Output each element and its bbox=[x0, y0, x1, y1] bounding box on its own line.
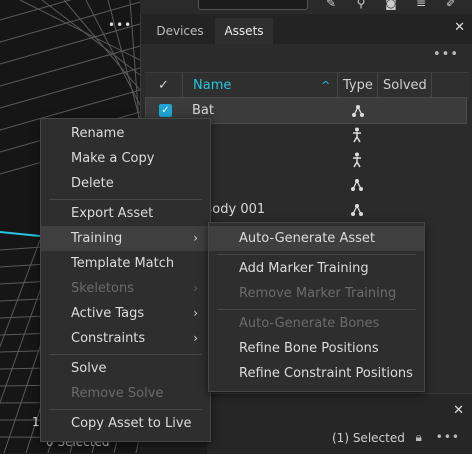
menu-item-rename[interactable]: Rename bbox=[41, 121, 210, 146]
menu-item-label: Auto-Generate Bones bbox=[239, 316, 380, 331]
selection-count: (1) Selected bbox=[332, 431, 405, 445]
menu-item-copy-asset-to-live[interactable]: Copy Asset to Live bbox=[41, 411, 210, 436]
menu-item-label: Refine Constraint Positions bbox=[239, 366, 413, 381]
skeleton-icon[interactable]: ⚲ bbox=[352, 0, 370, 10]
column-type-header[interactable]: Type bbox=[343, 73, 373, 98]
menu-item-refine-bone-positions[interactable]: Refine Bone Positions bbox=[209, 336, 424, 361]
bottom-panel: ✕ (1) Selected 🔒︎ ••• bbox=[207, 393, 472, 454]
menu-item-label: Make a Copy bbox=[71, 151, 155, 166]
skeleton-person-icon bbox=[350, 122, 364, 147]
menu-item-remove-marker-training[interactable]: Remove Marker Training bbox=[209, 281, 424, 306]
menu-item-label: Solve bbox=[71, 361, 107, 376]
edit-icon[interactable]: ✐ bbox=[442, 0, 460, 10]
chevron-right-icon: › bbox=[193, 281, 198, 295]
menu-item-auto-generate-bones[interactable]: Auto-Generate Bones bbox=[209, 311, 424, 336]
toolbar-search-field[interactable] bbox=[198, 0, 308, 10]
menu-item-label: Delete bbox=[71, 176, 114, 191]
sort-ascending-icon[interactable]: ^ bbox=[321, 73, 330, 98]
bottom-more-icon[interactable]: ••• bbox=[436, 430, 460, 444]
menu-item-skeletons[interactable]: Skeletons › bbox=[41, 276, 210, 301]
menu-item-make-copy[interactable]: Make a Copy bbox=[41, 146, 210, 171]
marker-tool-icon[interactable]: ✎ bbox=[322, 0, 340, 10]
rigid-body-icon bbox=[350, 197, 364, 222]
column-divider bbox=[337, 73, 338, 98]
menu-item-label: Remove Solve bbox=[71, 386, 164, 401]
menu-item-auto-generate-asset[interactable]: Auto-Generate Asset bbox=[209, 226, 424, 251]
menu-item-label: Auto-Generate Asset bbox=[239, 231, 375, 246]
chevron-right-icon: › bbox=[193, 306, 198, 320]
column-divider bbox=[182, 73, 183, 98]
menu-separator bbox=[217, 309, 416, 310]
bottom-toolbar: 🔒︎ ••• bbox=[416, 430, 460, 445]
tab-assets[interactable]: Assets bbox=[215, 18, 273, 44]
menu-separator bbox=[49, 409, 202, 410]
panel-close-icon[interactable]: ✕ bbox=[454, 20, 465, 36]
menu-item-label: Skeletons bbox=[71, 281, 134, 296]
menu-item-label: Refine Bone Positions bbox=[239, 341, 379, 356]
menu-item-label: Training bbox=[71, 231, 123, 246]
grid-line bbox=[0, 67, 140, 109]
menu-item-template-match[interactable]: Template Match bbox=[41, 251, 210, 276]
chevron-right-icon: › bbox=[193, 231, 198, 245]
context-menu: Rename Make a Copy Delete Export Asset T… bbox=[40, 118, 211, 442]
tab-devices[interactable]: Devices bbox=[147, 18, 213, 44]
left-count: 1 bbox=[32, 415, 40, 429]
camera-icon[interactable]: ◙ bbox=[382, 0, 400, 10]
menu-item-refine-constraint-positions[interactable]: Refine Constraint Positions bbox=[209, 361, 424, 386]
panel-tabbar: Devices Assets ✕ bbox=[141, 14, 472, 44]
grid-line bbox=[0, 0, 72, 21]
menu-item-solve[interactable]: Solve bbox=[41, 356, 210, 381]
menu-item-label: Copy Asset to Live bbox=[71, 416, 192, 431]
menu-item-active-tags[interactable]: Active Tags › bbox=[41, 301, 210, 326]
menu-item-remove-solve[interactable]: Remove Solve bbox=[41, 381, 210, 406]
menu-item-training[interactable]: Training › bbox=[41, 226, 210, 251]
row-checkbox[interactable]: ✓ bbox=[159, 104, 172, 117]
menu-item-label: Export Asset bbox=[71, 206, 154, 221]
column-name-header[interactable]: Name bbox=[193, 73, 231, 98]
viewport-more-icon[interactable]: ••• bbox=[108, 18, 132, 32]
column-divider bbox=[377, 73, 378, 98]
menu-separator bbox=[49, 354, 202, 355]
menu-separator bbox=[217, 254, 416, 255]
skeleton-person-icon bbox=[350, 147, 364, 172]
menu-item-constraints[interactable]: Constraints › bbox=[41, 326, 210, 351]
assets-table-header: ✓ Name ^ Type Solved bbox=[145, 72, 469, 99]
menu-item-label: Rename bbox=[71, 126, 125, 141]
database-icon[interactable]: ≡ bbox=[412, 0, 430, 10]
menu-separator bbox=[49, 199, 202, 200]
rigid-body-icon bbox=[350, 172, 364, 197]
grid-line bbox=[0, 45, 140, 87]
menu-item-label: Remove Marker Training bbox=[239, 286, 397, 301]
menu-item-label: Constraints bbox=[71, 331, 146, 346]
menu-item-label: Template Match bbox=[71, 256, 175, 271]
rigid-body-icon bbox=[351, 98, 365, 123]
top-toolbar: ✎ ⚲ ◙ ≡ ✐ bbox=[140, 0, 472, 14]
menu-item-delete[interactable]: Delete bbox=[41, 171, 210, 196]
menu-item-add-marker-training[interactable]: Add Marker Training bbox=[209, 256, 424, 281]
select-all-check-icon[interactable]: ✓ bbox=[158, 73, 169, 98]
menu-item-export-asset[interactable]: Export Asset bbox=[41, 201, 210, 226]
lock-icon[interactable]: 🔒︎ bbox=[416, 430, 422, 444]
panel-more-icon[interactable]: ••• bbox=[433, 47, 459, 62]
axis-line bbox=[0, 231, 41, 237]
column-divider bbox=[431, 73, 432, 98]
menu-item-label: Active Tags bbox=[71, 306, 145, 321]
menu-item-label: Add Marker Training bbox=[239, 261, 369, 276]
chevron-right-icon: › bbox=[193, 331, 198, 345]
bottom-close-icon[interactable]: ✕ bbox=[453, 403, 464, 418]
column-solved-header[interactable]: Solved bbox=[383, 73, 427, 98]
training-submenu: Auto-Generate Asset Add Marker Training … bbox=[208, 222, 425, 392]
